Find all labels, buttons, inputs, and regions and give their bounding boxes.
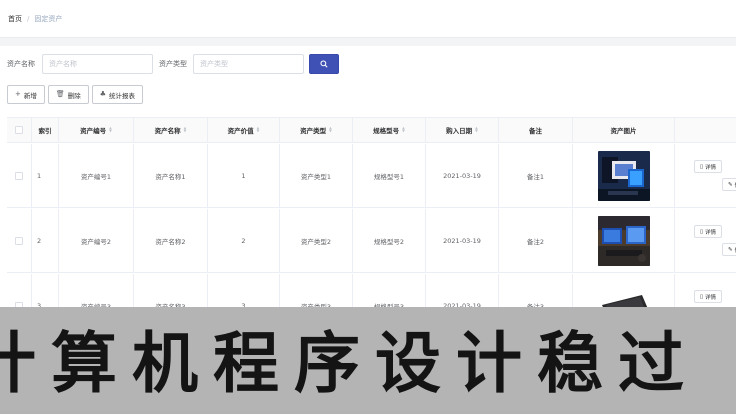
sort-icon[interactable]: ▲ ▼ <box>475 126 478 134</box>
header-index: 索引 <box>32 118 59 142</box>
trash-icon: 🗑 <box>55 90 65 98</box>
detail-button[interactable]: ▯ 详情 <box>694 290 723 303</box>
cell-code: 资产编号1 <box>59 144 134 207</box>
cell-name: 资产名称2 <box>134 209 208 272</box>
header-image: 资产图片 <box>573 118 675 142</box>
cell-date: 2021-03-19 <box>426 209 499 272</box>
cell-date: 2021-03-19 <box>426 144 499 207</box>
content-divider <box>0 38 736 46</box>
cell-index: 1 <box>32 144 59 207</box>
breadcrumb-home[interactable]: 首页 <box>8 14 22 24</box>
chart-icon: ♣ <box>99 90 107 98</box>
search-icon <box>320 60 328 68</box>
header-name[interactable]: 资产名称 ▲ ▼ <box>134 118 208 142</box>
document-icon: ▯ <box>700 163 704 170</box>
cell-remark: 备注2 <box>499 209 573 272</box>
search-form: 资产名称 资产类型 <box>0 54 736 74</box>
sort-icon[interactable]: ▲ ▼ <box>184 126 187 134</box>
header-type[interactable]: 资产类型 ▲ ▼ <box>280 118 353 142</box>
banner-text: 计算机程序设计稳过 <box>0 324 699 402</box>
header-date[interactable]: 购入日期 ▲ ▼ <box>426 118 499 142</box>
asset-image[interactable] <box>597 215 650 266</box>
cell-model: 规格型号1 <box>353 144 426 207</box>
breadcrumb: 首页 / 固定资产 <box>8 14 62 24</box>
cell-name: 资产名称1 <box>134 144 208 207</box>
cell-code: 资产编号2 <box>59 209 134 272</box>
table-row[interactable]: 2 资产编号2 资产名称2 2 资产类型2 规格型号2 2021-03-19 备… <box>7 209 736 273</box>
document-icon: ▯ <box>700 228 704 235</box>
toolbar: + 新增 🗑 删除 ♣ 统计报表 <box>7 85 144 104</box>
document-icon: ▯ <box>700 293 704 300</box>
row-checkbox[interactable] <box>15 171 23 180</box>
add-button-label: 新增 <box>23 91 37 100</box>
breadcrumb-current: 固定资产 <box>34 15 63 23</box>
detail-button[interactable]: ▯ 详情 <box>694 225 723 238</box>
row-checkbox[interactable] <box>15 236 23 245</box>
sort-icon[interactable]: ▲ ▼ <box>329 126 332 134</box>
detail-button[interactable]: ▯ 详情 <box>694 160 723 173</box>
table-header: 索引 资产编号 ▲ ▼ 资产名称 ▲ ▼ 资产价值 ▲ ▼ 资产类型 ▲ ▼ 规格型号 ▲ ▼ 购入… <box>7 117 736 143</box>
delete-button[interactable]: 🗑 删除 <box>47 85 89 104</box>
cell-index: 2 <box>32 209 59 272</box>
cell-value: 2 <box>208 209 280 272</box>
sort-icon[interactable]: ▲ ▼ <box>257 126 260 134</box>
edit-button[interactable]: ✎修 <box>722 243 736 256</box>
report-button[interactable]: ♣ 统计报表 <box>91 85 144 104</box>
select-all-checkbox[interactable] <box>15 126 23 134</box>
edit-icon: ✎ <box>728 181 733 188</box>
header-value[interactable]: 资产价值 ▲ ▼ <box>208 118 280 142</box>
report-button-label: 统计报表 <box>109 91 136 100</box>
header-code[interactable]: 资产编号 ▲ ▼ <box>59 118 134 142</box>
overlay-banner: 计算机程序设计稳过 <box>0 307 736 414</box>
search-button[interactable] <box>309 54 339 74</box>
asset-type-input[interactable] <box>193 54 304 74</box>
asset-name-label: 资产名称 <box>7 60 35 68</box>
cell-model: 规格型号2 <box>353 209 426 272</box>
header-remark: 备注 <box>499 118 573 142</box>
edit-icon: ✎ <box>728 246 733 253</box>
add-button[interactable]: + 新增 <box>7 85 45 104</box>
delete-button-label: 删除 <box>67 91 81 100</box>
asset-image[interactable] <box>597 150 650 201</box>
sort-icon[interactable]: ▲ ▼ <box>402 126 405 134</box>
breadcrumb-separator: / <box>27 15 30 23</box>
cell-remark: 备注1 <box>499 144 573 207</box>
cell-type: 资产类型2 <box>280 209 353 272</box>
top-bar: 首页 / 固定资产 <box>0 0 736 38</box>
cell-value: 1 <box>208 144 280 207</box>
cell-type: 资产类型1 <box>280 144 353 207</box>
edit-button[interactable]: ✎修 <box>722 178 736 191</box>
asset-name-input[interactable] <box>42 54 153 74</box>
plus-icon: + <box>15 90 21 98</box>
header-model[interactable]: 规格型号 ▲ ▼ <box>353 118 426 142</box>
table-row[interactable]: 1 资产编号1 资产名称1 1 资产类型1 规格型号1 2021-03-19 备… <box>7 144 736 208</box>
sort-icon[interactable]: ▲ ▼ <box>109 126 112 134</box>
asset-type-label: 资产类型 <box>159 60 187 68</box>
